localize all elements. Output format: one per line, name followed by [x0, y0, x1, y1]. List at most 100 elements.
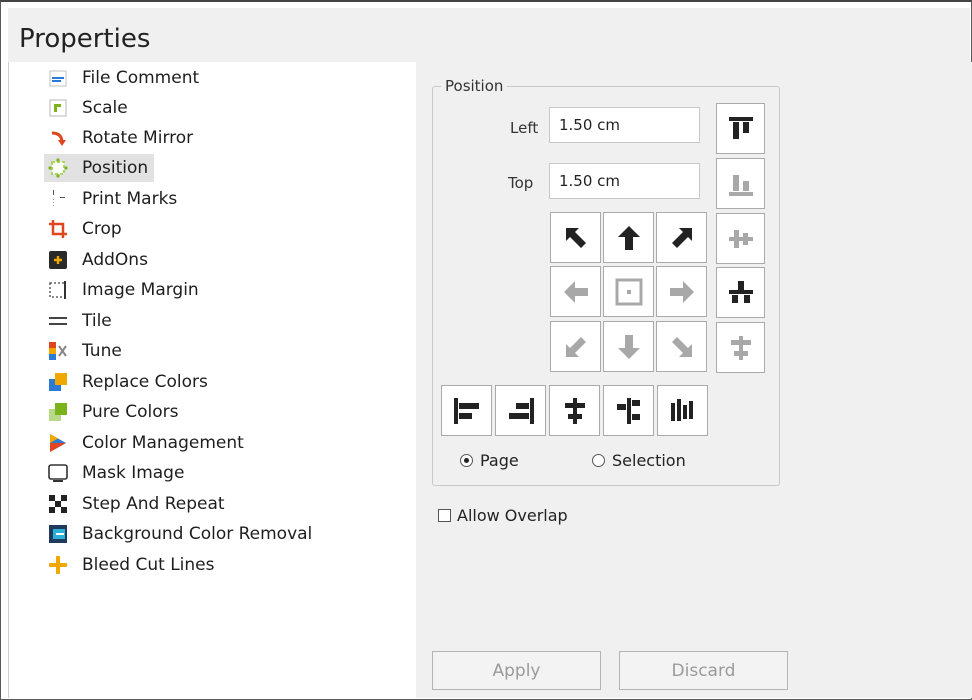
- sidebar-item-crop[interactable]: Crop: [48, 215, 128, 243]
- align-center-icon: [564, 397, 585, 424]
- radio-selection[interactable]: Selection: [592, 451, 686, 470]
- sidebar-item-label: Replace Colors: [82, 372, 208, 392]
- radio-selection-label: Selection: [612, 451, 686, 470]
- distribute-vertical-icon: [728, 280, 753, 303]
- sidebar-item-image-margin[interactable]: Image Margin: [48, 276, 205, 304]
- position-group-title: Position: [441, 77, 508, 95]
- sidebar-item-tile[interactable]: Tile: [48, 307, 118, 335]
- file-comment-icon: [49, 70, 67, 87]
- align-horizontal-center-icon: [730, 335, 751, 360]
- sidebar-item-color-management[interactable]: Color Management: [48, 429, 250, 457]
- sidebar-item-pure-colors[interactable]: Pure Colors: [48, 398, 184, 426]
- sidebar-item-scale[interactable]: Scale: [48, 94, 134, 122]
- pure-colors-icon: [49, 403, 67, 421]
- sidebar-item-addons[interactable]: AddOns: [48, 246, 154, 274]
- arrow-down-left-icon: [565, 336, 586, 357]
- distribute-horizontal-icon: [616, 397, 640, 424]
- align-left-icon: [453, 397, 479, 424]
- rotate-mirror-icon: [51, 131, 66, 146]
- align-right-icon: [508, 397, 534, 424]
- sidebar-item-rotate-mirror[interactable]: Rotate Mirror: [48, 124, 199, 152]
- allow-overlap-label: Allow Overlap: [457, 506, 568, 525]
- sidebar-item-mask-image[interactable]: Mask Image: [48, 459, 190, 487]
- allow-overlap-checkbox[interactable]: Allow Overlap: [438, 506, 568, 525]
- align-top-button[interactable]: [716, 103, 765, 154]
- center-target-icon: [615, 278, 642, 305]
- move-up-button[interactable]: [603, 212, 654, 263]
- step-and-repeat-icon: [49, 495, 67, 513]
- position-icon: [48, 158, 68, 178]
- sidebar-item-step-and-repeat[interactable]: Step And Repeat: [48, 490, 231, 518]
- tile-icon: [49, 317, 67, 325]
- move-down-right-button[interactable]: [656, 321, 707, 372]
- sidebar-item-label: AddOns: [82, 250, 148, 270]
- property-list: File Comment Scale Rotate Mirror Positio…: [44, 62, 414, 698]
- arrow-up-right-icon: [671, 227, 692, 248]
- sidebar-item-replace-colors[interactable]: Replace Colors: [48, 368, 214, 396]
- page-title: Properties: [19, 24, 151, 54]
- sidebar-item-label: Tune: [82, 341, 122, 361]
- radio-selection-indicator: [592, 454, 605, 467]
- top-input[interactable]: [549, 163, 700, 199]
- distribute-horizontal-button[interactable]: [603, 385, 654, 436]
- radio-page[interactable]: Page: [460, 451, 519, 470]
- sidebar-item-label: Bleed Cut Lines: [82, 555, 215, 575]
- move-down-left-button[interactable]: [550, 321, 601, 372]
- distribute-spacing-button[interactable]: [657, 385, 708, 436]
- print-marks-icon: [53, 190, 65, 206]
- sidebar-item-tune[interactable]: Tune: [48, 337, 128, 365]
- sidebar-item-file-comment[interactable]: File Comment: [48, 64, 205, 92]
- sidebar-item-label: Print Marks: [82, 189, 178, 209]
- sidebar-item-label: Color Management: [82, 433, 244, 453]
- allow-overlap-box: [438, 509, 451, 522]
- sidebar-item-bleed-cut-lines[interactable]: Bleed Cut Lines: [48, 551, 221, 579]
- sidebar-item-label: Image Margin: [82, 280, 199, 300]
- crop-icon: [49, 220, 67, 238]
- sidebar-item-label: Pure Colors: [82, 402, 179, 422]
- arrow-up-icon: [617, 225, 640, 250]
- align-bottom-icon: [728, 174, 753, 196]
- arrow-left-icon: [563, 280, 588, 303]
- sidebar-item-label: Step And Repeat: [82, 494, 225, 514]
- distribute-spacing-icon: [670, 398, 693, 421]
- background-color-removal-icon: [49, 525, 67, 543]
- align-bottom-button[interactable]: [716, 158, 765, 209]
- image-margin-icon: [49, 281, 66, 299]
- sidebar-item-label: Position: [82, 158, 149, 178]
- sidebar-item-position[interactable]: Position: [44, 154, 155, 182]
- move-up-right-button[interactable]: [656, 212, 707, 263]
- move-left-button[interactable]: [550, 266, 601, 317]
- distribute-vertical-button[interactable]: [716, 267, 765, 318]
- move-center-button[interactable]: [603, 266, 654, 317]
- sidebar-item-label: Mask Image: [82, 463, 185, 483]
- align-vertical-center-button[interactable]: [716, 213, 765, 264]
- sidebar-item-label: Rotate Mirror: [82, 128, 194, 148]
- arrow-right-icon: [669, 280, 694, 303]
- discard-button[interactable]: Discard: [619, 651, 788, 690]
- arrow-down-icon: [617, 334, 640, 359]
- radio-page-indicator: [460, 454, 473, 467]
- sidebar-item-label: Background Color Removal: [82, 524, 313, 544]
- sidebar-item-background-color-removal[interactable]: Background Color Removal: [48, 520, 318, 548]
- align-right-button[interactable]: [495, 385, 546, 436]
- align-vertical-center-icon: [728, 229, 753, 248]
- bleed-cut-lines-icon: [49, 556, 67, 574]
- sidebar-item-label: File Comment: [82, 68, 200, 88]
- title-bar: Properties: [8, 8, 970, 62]
- left-divider: [8, 62, 9, 698]
- apply-button[interactable]: Apply: [432, 651, 601, 690]
- align-center-button[interactable]: [549, 385, 600, 436]
- left-input[interactable]: [549, 107, 700, 143]
- tune-icon: [49, 342, 67, 360]
- move-right-button[interactable]: [656, 266, 707, 317]
- arrow-down-right-icon: [671, 336, 692, 357]
- radio-page-label: Page: [480, 451, 519, 470]
- left-label: Left: [510, 119, 539, 137]
- align-horizontal-center-button[interactable]: [716, 322, 765, 373]
- move-down-button[interactable]: [603, 321, 654, 372]
- move-up-left-button[interactable]: [550, 212, 601, 263]
- replace-colors-icon: [49, 373, 67, 391]
- sidebar-item-label: Crop: [82, 219, 122, 239]
- sidebar-item-print-marks[interactable]: Print Marks: [48, 185, 183, 213]
- align-left-button[interactable]: [441, 385, 492, 436]
